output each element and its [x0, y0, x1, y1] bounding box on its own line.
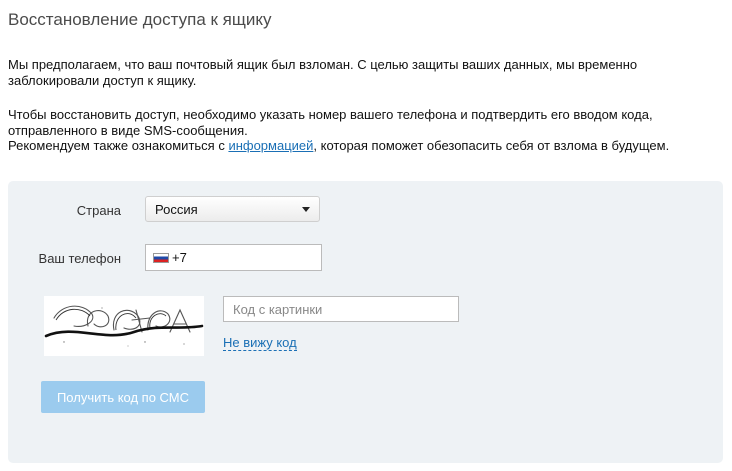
phone-prefix: +7: [172, 250, 187, 265]
recommend-text: Рекомендуем также ознакомиться с: [8, 138, 229, 153]
country-select[interactable]: Россия: [145, 196, 320, 222]
captcha-input[interactable]: [223, 296, 459, 322]
cant-see-code-link[interactable]: Не вижу код: [223, 335, 297, 351]
instructions-paragraph: Чтобы восстановить доступ, необходимо ук…: [8, 107, 688, 154]
information-link[interactable]: информацией: [228, 138, 313, 153]
recovery-form-panel: Страна Россия Ваш телефон +7 Код с карти…: [8, 181, 723, 463]
phone-input[interactable]: +7: [145, 244, 322, 271]
get-sms-code-button[interactable]: Получить код по СМС: [41, 381, 205, 413]
page-title: Восстановление доступа к ящику: [8, 10, 272, 29]
recommend-text-end: , которая поможет обезопасить себя от вз…: [313, 138, 670, 153]
captcha-image: [44, 296, 204, 356]
country-label: Страна: [76, 203, 121, 218]
captcha-drawing: [44, 296, 204, 356]
country-select-value: Россия: [155, 202, 198, 217]
intro-paragraph: Мы предполагаем, что ваш почтовый ящик б…: [8, 57, 638, 88]
phone-label: Ваш телефон: [38, 251, 121, 266]
dropdown-arrow-icon: [302, 207, 310, 212]
instructions-text: Чтобы восстановить доступ, необходимо ук…: [8, 107, 653, 138]
russia-flag-icon: [153, 253, 169, 263]
